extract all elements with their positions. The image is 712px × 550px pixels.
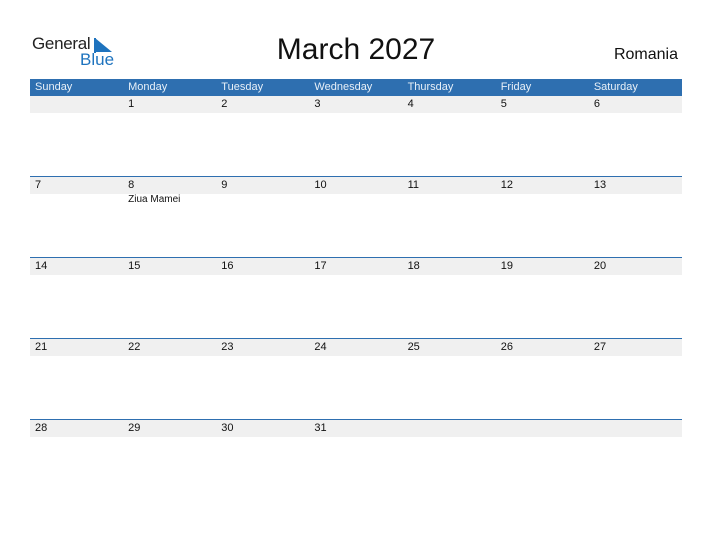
day-number: 5 [500, 98, 507, 110]
day-number: 21 [35, 341, 48, 353]
weekday-tuesday: Tuesday [221, 81, 264, 93]
date-strip: 7 8 9 10 11 12 13 [30, 177, 682, 194]
day-number: 6 [593, 98, 600, 110]
day-number: 8 [128, 179, 135, 191]
page-title: March 2027 [276, 33, 436, 66]
day-number: 15 [128, 260, 141, 272]
day-number: 10 [314, 179, 327, 191]
holiday-note [309, 194, 402, 206]
holiday-note [30, 194, 123, 206]
weekday-header: Sunday Monday Tuesday Wednesday Thursday… [30, 79, 682, 96]
weekday-monday: Monday [128, 81, 168, 93]
date-strip: 1 2 3 4 5 6 [30, 96, 682, 113]
week-row: 1 2 3 4 5 6 [30, 96, 682, 177]
holiday-note [496, 194, 589, 206]
week-row: 7 8 9 10 11 12 13 Ziua Mamei [30, 176, 682, 258]
day-number: 16 [221, 260, 234, 272]
day-number: 13 [593, 179, 607, 191]
day-number: 22 [128, 341, 141, 353]
weekday-saturday: Saturday [593, 81, 638, 93]
holiday-note [216, 194, 309, 206]
day-number: 2 [221, 98, 228, 110]
week-row: 21 22 23 24 25 26 27 [30, 338, 682, 420]
notes-row: Ziua Mamei [30, 194, 682, 206]
week-row: 14 15 16 17 18 19 20 [30, 257, 682, 339]
day-number [30, 96, 123, 113]
weekday-sunday: Sunday [35, 81, 73, 93]
day-number: 24 [314, 341, 327, 353]
day-number: 4 [407, 98, 414, 110]
date-strip: 14 15 16 17 18 19 20 [30, 258, 682, 275]
day-number: 31 [314, 422, 327, 434]
day-number: 20 [593, 260, 607, 272]
holiday-note [403, 194, 496, 206]
day-number [403, 420, 496, 437]
day-number [496, 420, 589, 437]
day-number: 9 [221, 179, 228, 191]
day-number: 25 [407, 341, 420, 353]
day-number: 27 [593, 341, 607, 353]
day-number: 12 [500, 179, 513, 191]
day-number: 7 [35, 179, 42, 191]
day-number: 14 [35, 260, 48, 272]
day-number: 29 [128, 422, 141, 434]
date-strip: 21 22 23 24 25 26 27 [30, 339, 682, 356]
country-label: Romania [613, 46, 678, 63]
weekday-friday: Friday [500, 81, 532, 93]
day-number: 18 [407, 260, 420, 272]
day-number: 17 [314, 260, 327, 272]
day-number: 23 [221, 341, 234, 353]
day-number: 26 [500, 341, 513, 353]
day-number: 30 [221, 422, 234, 434]
day-number: 3 [314, 98, 321, 110]
day-number: 19 [500, 260, 513, 272]
weekday-thursday: Thursday [407, 81, 454, 93]
date-strip: 28 29 30 31 [30, 420, 682, 437]
holiday-note [589, 194, 682, 206]
day-number: 1 [128, 98, 135, 110]
holiday-note: Ziua Mamei [128, 194, 181, 205]
day-number: 28 [35, 422, 48, 434]
day-number: 11 [407, 179, 419, 191]
day-number [589, 420, 682, 437]
week-row: 28 29 30 31 [30, 419, 682, 501]
weekday-wednesday: Wednesday [314, 81, 373, 93]
